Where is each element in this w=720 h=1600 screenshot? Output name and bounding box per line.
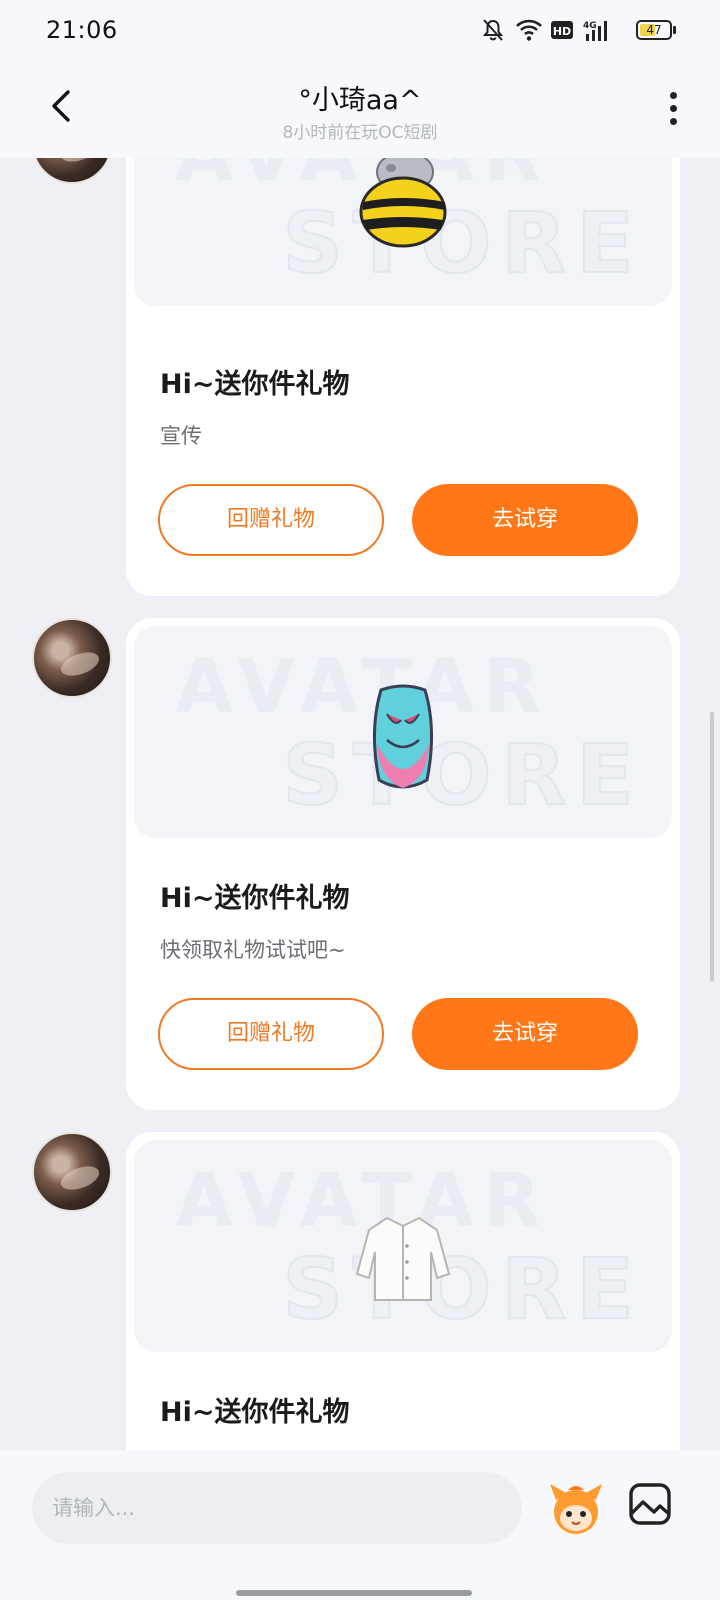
dot-icon [669,118,677,125]
battery-icon: 47 [636,20,672,40]
gift-message-card: AVATAR STORE Hi~送你件礼物 [126,1132,680,1472]
chat-header: °小琦aa^ 8小时前在玩OC短剧 [0,62,720,158]
signal-4g-icon: 4G [583,21,607,41]
wifi-icon [516,19,542,41]
return-gift-button[interactable]: 回赠礼物 [158,484,384,556]
white-jacket-icon [355,1216,451,1301]
battery-level: 47 [646,23,662,37]
mask-skirt-icon [373,684,433,789]
return-gift-button[interactable]: 回赠礼物 [158,998,384,1070]
status-bar: 21:06 HD 4G 47 [0,0,720,62]
gift-message-card: AVATAR STORE Hi~送你件礼物 宣传 回赠礼物 去试穿 [126,94,680,596]
svg-text:4G: 4G [583,21,597,31]
bell-off-icon [482,19,504,41]
svg-text:HD: HD [553,25,571,38]
mascot-emoji-icon[interactable] [546,1478,606,1538]
gift-message-card: AVATAR STORE Hi~送你件礼物 快领取礼物试试吧~ 回赠礼物 去试穿 [126,618,680,1110]
dot-icon [669,92,677,99]
gift-preview[interactable]: AVATAR STORE [134,626,672,838]
gift-title: Hi~送你件礼物 [160,1397,350,1428]
message-input[interactable] [32,1472,522,1544]
gift-preview[interactable]: AVATAR STORE [134,1140,672,1352]
image-icon[interactable] [628,1482,672,1526]
hd-icon: HD [551,21,573,39]
try-on-button[interactable]: 去试穿 [412,998,638,1070]
sender-avatar[interactable] [32,618,112,698]
status-time: 21:06 [46,16,118,44]
try-on-button[interactable]: 去试穿 [412,484,638,556]
dot-icon [669,105,677,112]
page-subtitle: 8小时前在玩OC短剧 [282,123,438,143]
gift-title: Hi~送你件礼物 [160,369,350,400]
scrollbar[interactable] [710,712,714,982]
gift-description: 快领取礼物试试吧~ [160,938,346,962]
input-bar [0,1450,720,1600]
chat-screen: 21:06 HD 4G 47 °小琦aa^ 8小时前在玩OC短剧 STORE H… [0,0,720,1600]
page-title: °小琦aa^ [298,85,422,116]
battery-tip [673,26,676,34]
gift-title: Hi~送你件礼物 [160,883,350,914]
sender-avatar[interactable] [32,1132,112,1212]
gift-description: 宣传 [160,424,202,448]
more-options-button[interactable] [658,92,688,132]
bee-costume-icon [359,151,447,248]
home-indicator [236,1590,472,1596]
